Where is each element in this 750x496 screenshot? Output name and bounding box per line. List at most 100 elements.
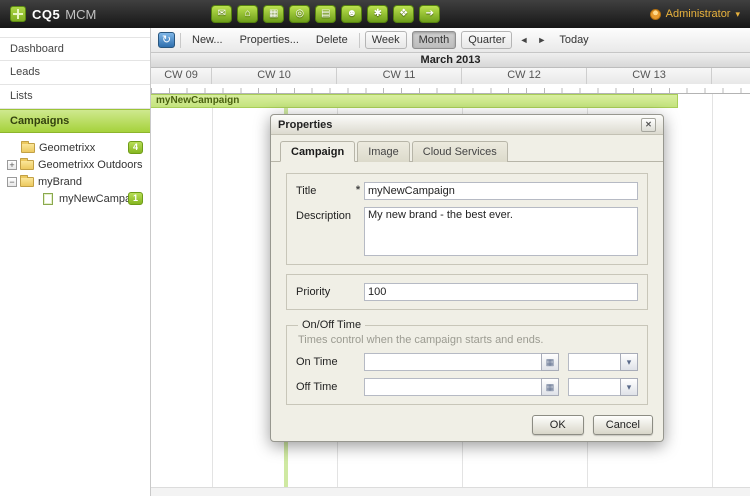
description-label: Description — [296, 210, 352, 222]
campaign-timeline-bar[interactable]: myNewCampaign — [151, 94, 678, 108]
app-switcher: ✉ ⌂ ▦ ◎ ▤ ☻ ✱ ❖ ➔ — [211, 5, 441, 23]
app-window: CQ5 MCM ✉ ⌂ ▦ ◎ ▤ ☻ ✱ ❖ ➔ Administrator … — [0, 0, 750, 496]
collapse-icon[interactable]: − — [7, 176, 17, 187]
user-name: Administrator — [665, 8, 731, 20]
ontime-date-field: ▦ — [364, 353, 559, 371]
ontime-field-row: On Time * ▦ ▾ — [296, 353, 638, 371]
offtime-date-input[interactable] — [364, 378, 541, 396]
offtime-time-combo: ▾ — [568, 378, 638, 396]
horizontal-scroll-track[interactable] — [151, 487, 750, 496]
title-label: Title — [296, 185, 317, 197]
grid-line — [712, 94, 713, 487]
week-header: CW 09 — [151, 68, 212, 84]
properties-button[interactable]: Properties... — [234, 31, 305, 49]
user-icon — [649, 8, 661, 20]
prev-period-button[interactable]: ◄ — [517, 33, 530, 47]
folder-icon — [21, 140, 35, 153]
week-button[interactable]: Week — [364, 31, 407, 49]
delete-button[interactable]: Delete — [310, 31, 354, 49]
websites-icon[interactable]: ⌂ — [237, 5, 259, 23]
dialog-titlebar[interactable]: Properties ✕ — [271, 115, 663, 135]
reports-icon[interactable]: ▤ — [315, 5, 337, 23]
tab-campaign[interactable]: Campaign — [280, 141, 356, 162]
dialog-footer: OK Cancel — [271, 405, 663, 446]
tools-icon[interactable]: ✱ — [367, 5, 389, 23]
users-icon[interactable]: ☻ — [341, 5, 363, 23]
tree-node-label: myNewCampaign — [59, 192, 128, 205]
month-button[interactable]: Month — [411, 31, 457, 49]
description-field-row: Description * My new brand - the best ev… — [296, 207, 638, 256]
priority-field-row: Priority * — [296, 283, 638, 301]
brand: CQ5 MCM — [10, 6, 96, 22]
close-icon[interactable]: ✕ — [641, 117, 656, 132]
grid-line — [212, 94, 213, 487]
calendar-trigger-icon[interactable]: ▦ — [541, 378, 559, 396]
tree-node-label: Geometrixx Outdoors — [38, 158, 143, 171]
campaign-doc-icon — [43, 192, 53, 205]
ontime-date-input[interactable] — [364, 353, 541, 371]
tree-node-mybrand[interactable]: − myBrand — [0, 173, 146, 190]
week-header: CW 12 — [462, 68, 587, 84]
description-textarea[interactable]: My new brand - the best ever. — [364, 207, 638, 256]
refresh-icon[interactable]: ↻ — [158, 32, 175, 48]
week-header: CW 11 — [337, 68, 462, 84]
calendar-toolbar: ↻ New... Properties... Delete Week Month… — [151, 28, 750, 53]
ontime-label: On Time — [296, 356, 338, 368]
tree-node-geometrixx[interactable]: Geometrixx 4 — [0, 139, 146, 156]
sidebar-item-lists[interactable]: Lists — [0, 85, 150, 109]
chevron-down-icon[interactable]: ▾ — [620, 353, 638, 371]
dialog-tabs: Campaign Image Cloud Services — [271, 135, 663, 162]
expand-icon[interactable]: + — [7, 159, 17, 170]
title-input[interactable] — [364, 182, 638, 200]
sidebar-item-dashboard[interactable]: Dashboard — [0, 37, 150, 61]
campaign-tree: Geometrixx 4 + Geometrixx Outdoors − myB… — [0, 133, 150, 207]
quarter-button[interactable]: Quarter — [461, 31, 513, 49]
assets-icon[interactable]: ▦ — [263, 5, 285, 23]
week-header: CW 13 — [587, 68, 712, 84]
user-menu[interactable]: Administrator ▾ — [649, 8, 740, 20]
priority-label: Priority — [296, 286, 331, 298]
sidebar-item-leads[interactable]: Leads — [0, 61, 150, 85]
top-bar: CQ5 MCM ✉ ⌂ ▦ ◎ ▤ ☻ ✱ ❖ ➔ Administrator … — [0, 0, 750, 28]
day-tick-ruler — [151, 84, 750, 94]
dialog-title: Properties — [278, 118, 333, 131]
properties-dialog: Properties ✕ Campaign Image Cloud Servic… — [270, 114, 664, 442]
offtime-date-field: ▦ — [364, 378, 559, 396]
required-marker: * — [355, 184, 361, 196]
tab-cloud-services[interactable]: Cloud Services — [411, 141, 508, 162]
tree-node-geometrixx-outdoors[interactable]: + Geometrixx Outdoors — [0, 156, 146, 173]
priority-input[interactable] — [364, 283, 638, 301]
inbox-icon[interactable]: ✉ — [211, 5, 233, 23]
workflow-icon[interactable]: ➔ — [419, 5, 441, 23]
brand-name: CQ5 — [32, 6, 61, 22]
campaigns-icon[interactable]: ◎ — [289, 5, 311, 23]
count-badge: 4 — [127, 141, 143, 154]
cq5-logo-icon — [10, 6, 26, 22]
new-button[interactable]: New... — [186, 31, 229, 49]
onoff-legend: On/Off Time — [302, 319, 362, 331]
next-period-button[interactable]: ► — [535, 33, 548, 47]
week-header-row: CW 09 CW 10 CW 11 CW 12 CW 13 — [151, 68, 750, 84]
ok-button[interactable]: OK — [531, 415, 584, 435]
offtime-field-row: Off Time * ▦ ▾ — [296, 378, 638, 396]
dialog-body: Title * Description * My new brand - the… — [271, 162, 663, 405]
priority-fieldgroup: Priority * — [286, 274, 648, 310]
tree-node-mynewcampaign[interactable]: myNewCampaign 1 — [0, 190, 146, 207]
sidebar-item-campaigns[interactable]: Campaigns — [0, 109, 150, 133]
calendar-trigger-icon[interactable]: ▦ — [541, 353, 559, 371]
folder-icon — [20, 157, 34, 170]
tab-image[interactable]: Image — [357, 141, 410, 162]
chevron-down-icon[interactable]: ▾ — [620, 378, 638, 396]
ontime-time-input[interactable] — [568, 353, 620, 371]
offtime-label: Off Time — [296, 381, 338, 393]
cancel-button[interactable]: Cancel — [592, 415, 653, 435]
tagging-icon[interactable]: ❖ — [393, 5, 415, 23]
today-button[interactable]: Today — [553, 31, 594, 49]
title-field-row: Title * — [296, 182, 638, 200]
onoff-time-fieldset: On/Off Time Times control when the campa… — [286, 319, 648, 405]
week-header: CW 10 — [212, 68, 337, 84]
brand-suffix: MCM — [65, 6, 97, 22]
offtime-time-input[interactable] — [568, 378, 620, 396]
ontime-time-combo: ▾ — [568, 353, 638, 371]
general-fieldgroup: Title * Description * My new brand - the… — [286, 173, 648, 265]
